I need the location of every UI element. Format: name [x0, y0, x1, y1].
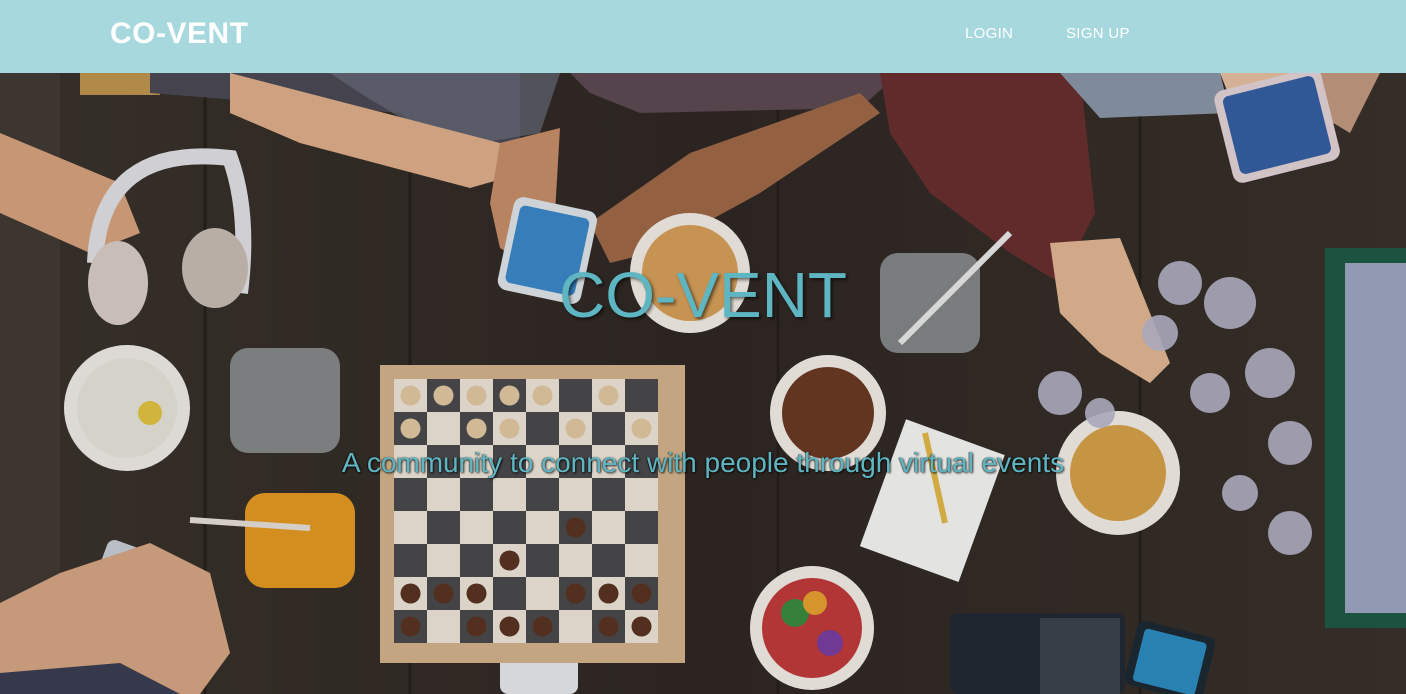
login-link[interactable]: LOGIN [965, 25, 1013, 42]
hero-background-photo [0, 73, 1406, 694]
signup-link[interactable]: SIGN UP [1066, 25, 1130, 42]
top-navbar: CO-VENT LOGIN SIGN UP [0, 0, 1406, 73]
brand-logo-link[interactable]: CO-VENT [110, 17, 249, 51]
hero-subtitle: A community to connect with people throu… [341, 447, 1065, 478]
hero-banner: CO-VENT A community to connect with peop… [0, 73, 1406, 694]
hero-title: CO-VENT [559, 259, 847, 331]
